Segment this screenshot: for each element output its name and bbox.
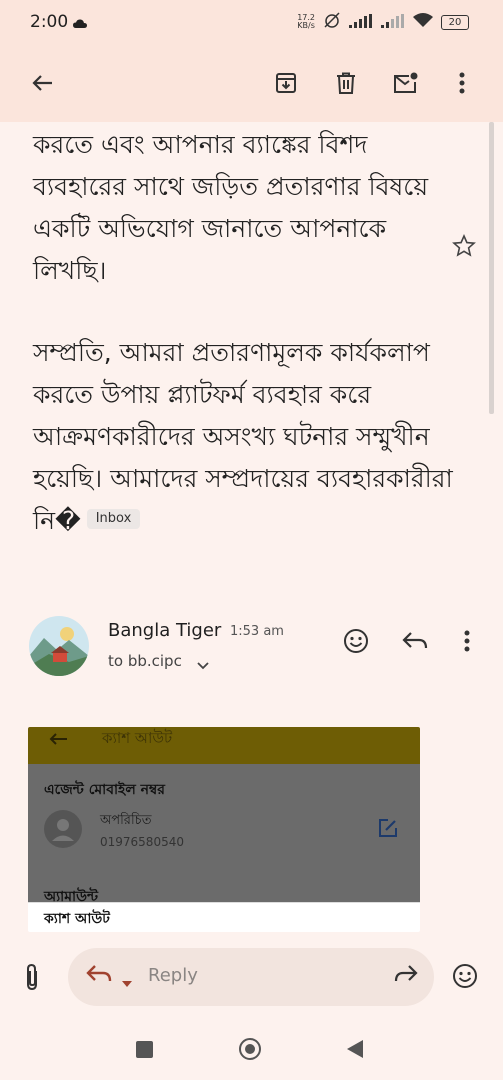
scrollbar[interactable] — [489, 122, 494, 414]
arrow-left-icon[interactable] — [28, 69, 56, 97]
sender-name[interactable]: Bangla Tiger — [108, 620, 221, 641]
preview-title: ক্যাশ আউট — [102, 729, 173, 747]
preview-footer: ক্যাশ আউট — [28, 902, 420, 932]
app-bar — [0, 44, 503, 122]
network-speed-unit: KB/s — [297, 21, 315, 30]
system-nav-bar — [0, 1020, 503, 1080]
message-paragraph-1: করতে এবং আপনার ব্যাঙ্কের বিশদ ব্যবহারের … — [33, 130, 429, 285]
emoji-reaction-icon[interactable] — [342, 627, 370, 655]
message-paragraph-2-text: সম্প্রতি, আমরা প্রতারণামূলক কার্যকলাপ কর… — [33, 338, 453, 535]
back-triangle-icon[interactable] — [346, 1039, 364, 1063]
preview-edit-icon — [378, 818, 398, 842]
attachment-image-preview[interactable]: ক্যাশ আউট এজেন্ট মোবাইল নম্বর অপরিচিত 01… — [28, 727, 420, 932]
message-content: করতে এবং আপনার ব্যাঙ্কের বিশদ ব্যবহারের … — [0, 122, 503, 932]
preview-back-arrow-icon — [48, 731, 68, 750]
more-vertical-icon[interactable] — [448, 69, 476, 97]
status-indicators: 17.2 KB/s 20 — [297, 12, 469, 32]
preview-footer-label: ক্যাশ আউট — [44, 911, 110, 927]
signal-icon-2 — [381, 13, 405, 32]
recipient-line[interactable]: to bb.cipc — [108, 652, 182, 670]
preview-contact-number: 01976580540 — [100, 835, 184, 849]
emoji-icon[interactable] — [452, 963, 478, 993]
preview-body: এজেন্ট মোবাইল নম্বর অপরিচিত 01976580540 … — [28, 764, 420, 905]
message-paragraph-2: সম্প্রতি, আমরা প্রতারণামূলক কার্যকলাপ কর… — [33, 332, 463, 542]
reply-placeholder: Reply — [148, 965, 198, 986]
cloud-icon — [73, 14, 87, 33]
home-button[interactable] — [239, 1038, 261, 1060]
paperclip-icon[interactable] — [24, 963, 40, 995]
recents-button[interactable] — [136, 1041, 153, 1058]
preview-header: ক্যাশ আউট — [28, 727, 420, 764]
forward-icon[interactable] — [394, 964, 418, 988]
battery-indicator: 20 — [441, 14, 469, 30]
reply-arrow-icon[interactable] — [86, 964, 112, 988]
inbox-label-chip[interactable]: Inbox — [86, 509, 141, 529]
mail-unread-icon[interactable] — [392, 69, 420, 97]
alarm-off-icon — [323, 12, 341, 32]
reply-icon[interactable] — [401, 627, 429, 655]
sender-avatar[interactable] — [29, 616, 89, 676]
status-bar: 2:00 17.2 KB/s 20 — [0, 0, 503, 44]
signal-icon — [349, 13, 373, 32]
trash-icon[interactable] — [332, 69, 360, 97]
star-icon[interactable] — [452, 234, 476, 262]
more-vertical-icon-message[interactable] — [453, 627, 481, 655]
preview-agent-label: এজেন্ট মোবাইল নম্বর — [44, 782, 165, 798]
preview-contact-name: অপরিচিত — [100, 813, 152, 828]
archive-icon[interactable] — [272, 69, 300, 97]
wifi-icon — [413, 12, 433, 32]
sender-time: 1:53 am — [230, 624, 284, 639]
reply-bar: Reply — [0, 932, 503, 1020]
status-time: 2:00 — [30, 12, 69, 32]
network-speed: 17.2 KB/s — [297, 14, 315, 30]
preview-person-icon — [44, 810, 82, 848]
caret-down-icon[interactable] — [122, 972, 132, 991]
chevron-down-icon[interactable] — [197, 655, 209, 674]
reply-input[interactable]: Reply — [68, 948, 434, 1006]
